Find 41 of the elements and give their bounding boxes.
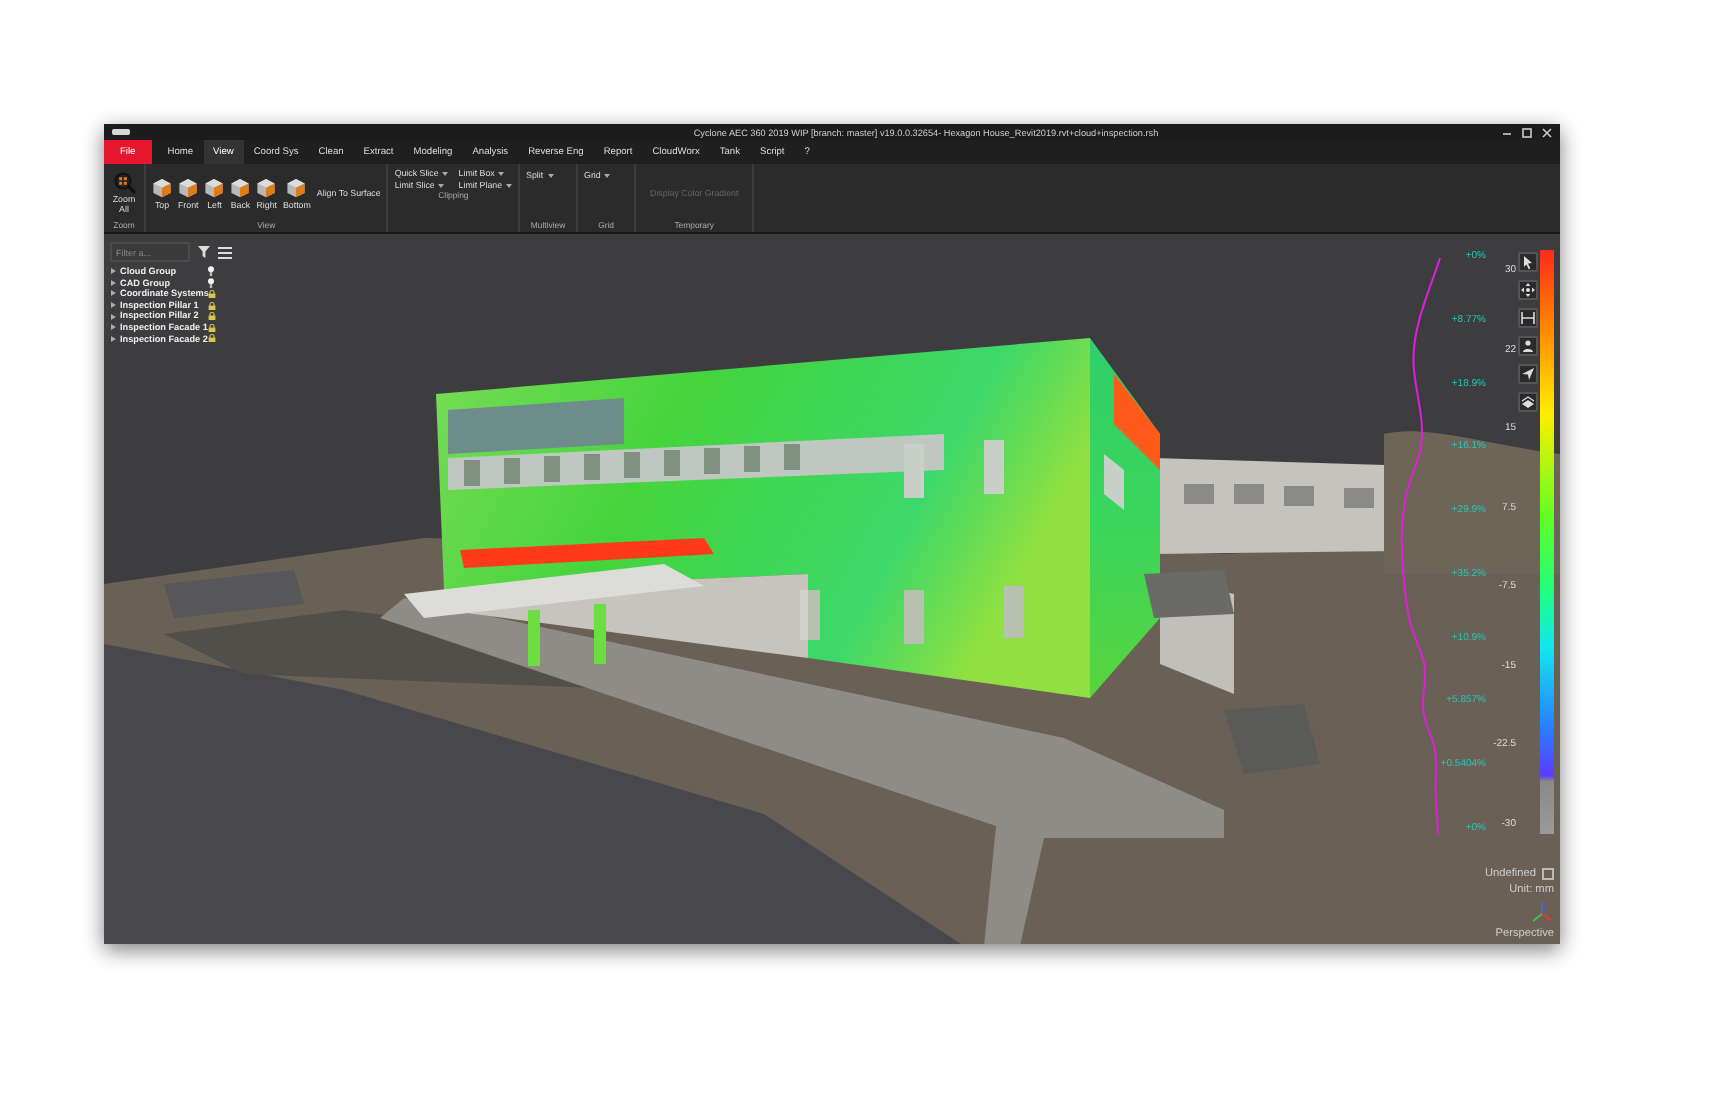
menu-icon[interactable] [218,245,232,259]
undefined-checkbox[interactable] [1542,868,1554,880]
minimize-icon[interactable] [1502,127,1512,137]
light-bulb-icon[interactable] [208,277,214,288]
caret-icon [438,183,445,187]
caret-icon [604,173,611,177]
caret-icon [506,183,513,187]
logo-icon [112,128,130,136]
expander-icon[interactable] [110,313,116,320]
expander-icon[interactable] [110,290,116,297]
filter-icon[interactable] [198,246,210,258]
caret-icon [547,173,554,177]
view-cube-icon [286,177,307,197]
lock-icon[interactable] [208,323,216,332]
view-cube-icon [230,177,251,197]
cursor-icon[interactable] [1518,252,1538,272]
caret-icon [442,171,449,175]
close-icon[interactable] [1542,127,1552,137]
lock-icon[interactable] [208,312,216,321]
view-cube-icon [152,177,172,197]
light-bulb-icon[interactable] [208,266,214,277]
view-cube-icon [256,177,277,197]
expander-icon[interactable] [110,335,116,342]
caret-icon [498,171,505,175]
view-cube-icon [204,177,225,197]
lock-icon[interactable] [208,289,216,298]
maximize-icon[interactable] [1522,127,1532,137]
move-icon[interactable] [1518,280,1538,300]
magnifier-icon [113,171,135,194]
axis-triad-icon [1530,900,1554,924]
expander-icon[interactable] [110,268,116,275]
expander-icon[interactable] [110,324,116,331]
layers-icon[interactable] [1518,392,1538,412]
lock-icon[interactable] [208,334,216,343]
person-icon[interactable] [1518,336,1538,356]
measure-icon[interactable] [1518,308,1538,328]
lock-icon[interactable] [208,301,216,310]
send-icon[interactable] [1518,364,1538,384]
expander-icon[interactable] [110,302,116,309]
view-cube-icon [178,177,199,197]
expander-icon[interactable] [110,279,116,286]
